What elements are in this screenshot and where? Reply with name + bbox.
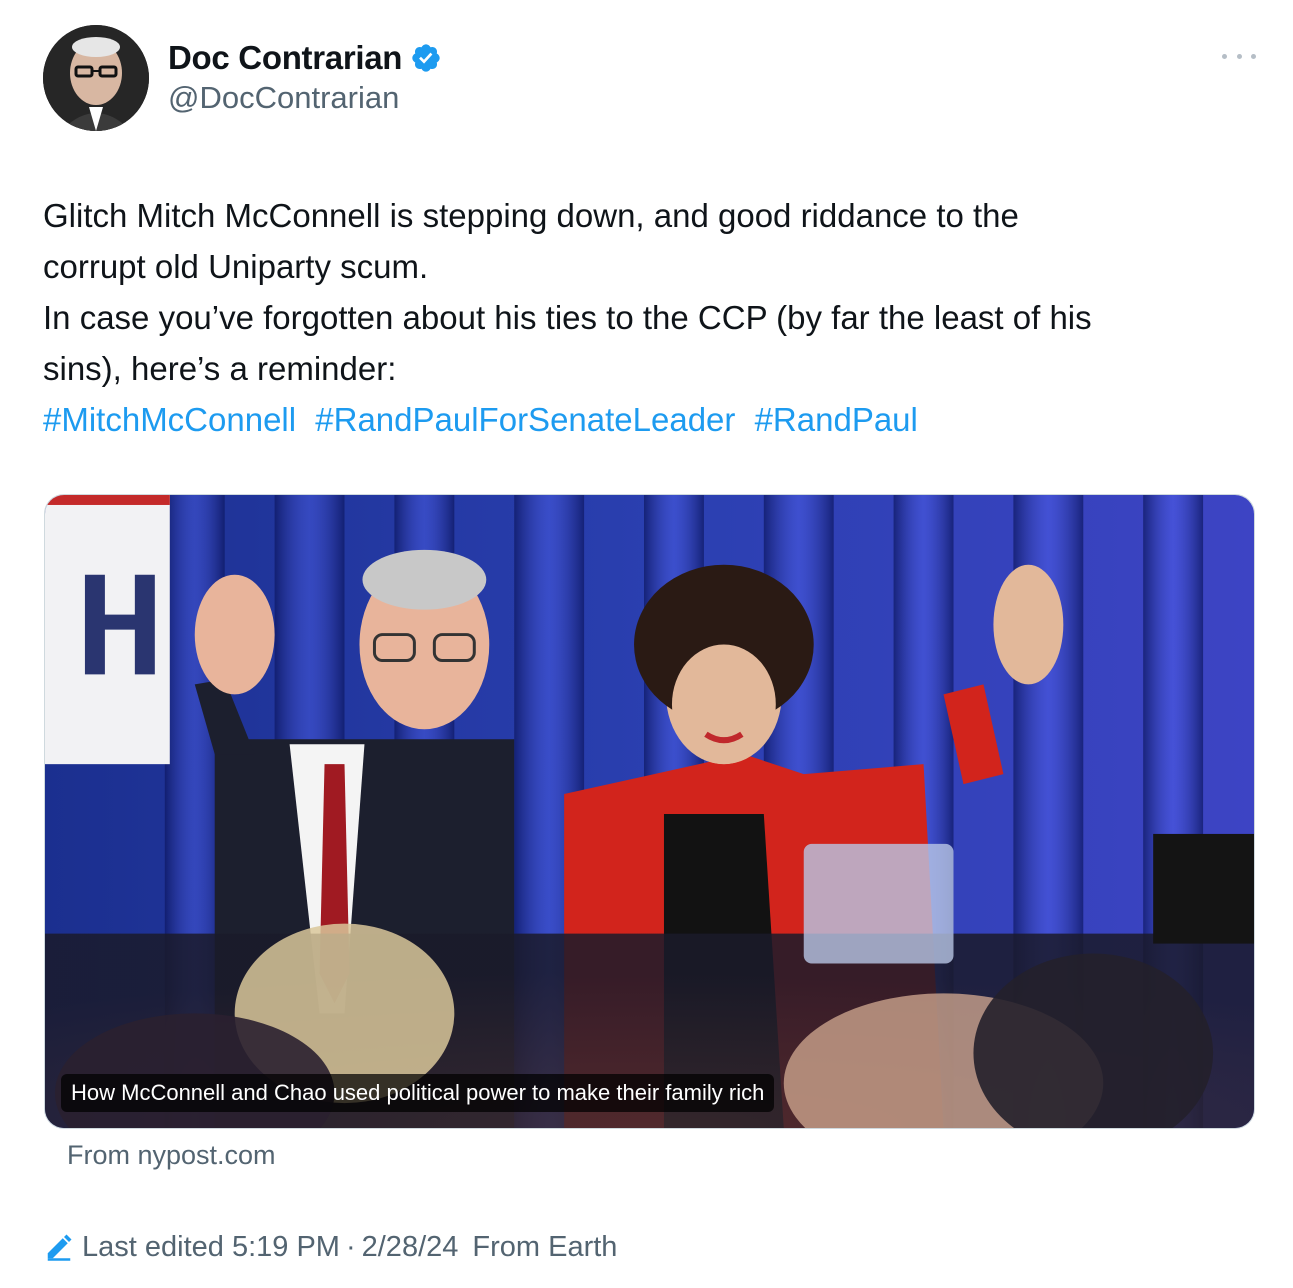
hashtag-link[interactable]: #RandPaul (755, 401, 918, 438)
link-card-caption[interactable]: How McConnell and Chao used political po… (61, 1074, 775, 1112)
tweet-date[interactable]: 2/28/24 (362, 1231, 459, 1264)
tweet-meta: Last edited 5:19 PM · 2/28/24 From Earth (44, 1227, 617, 1267)
author-name-row: Doc Contrarian (168, 36, 442, 80)
tweet-text: Glitch Mitch McConnell is stepping down,… (43, 190, 1263, 445)
more-options-icon[interactable] (1222, 44, 1256, 68)
meta-separator: · (345, 1230, 356, 1263)
author-display-name[interactable]: Doc Contrarian (168, 39, 402, 77)
news-photo (45, 495, 1254, 1128)
link-source[interactable]: From nypost.com (67, 1140, 276, 1171)
tweet-location: From Earth (472, 1230, 618, 1263)
hashtag-link[interactable]: #MitchMcConnell (43, 401, 296, 438)
hashtag-link[interactable]: #RandPaulForSenateLeader (315, 401, 735, 438)
hashtag-row: #MitchMcConnell #RandPaulForSenateLeader… (43, 394, 1263, 445)
tweet-line: In case you’ve forgotten about his ties … (43, 299, 1092, 336)
pencil-icon (47, 1234, 72, 1261)
verified-badge-icon (412, 44, 440, 72)
link-card-image[interactable]: How McConnell and Chao used political po… (44, 494, 1255, 1129)
author-avatar[interactable] (43, 25, 149, 131)
tweet-line: sins), here’s a reminder: (43, 350, 397, 387)
last-edited-time[interactable]: Last edited 5:19 PM (82, 1231, 340, 1264)
tweet-line: Glitch Mitch McConnell is stepping down,… (43, 197, 1019, 234)
avatar-image (43, 25, 149, 131)
author-handle[interactable]: @DocContrarian (168, 80, 399, 116)
tweet-line: corrupt old Uniparty scum. (43, 248, 429, 285)
